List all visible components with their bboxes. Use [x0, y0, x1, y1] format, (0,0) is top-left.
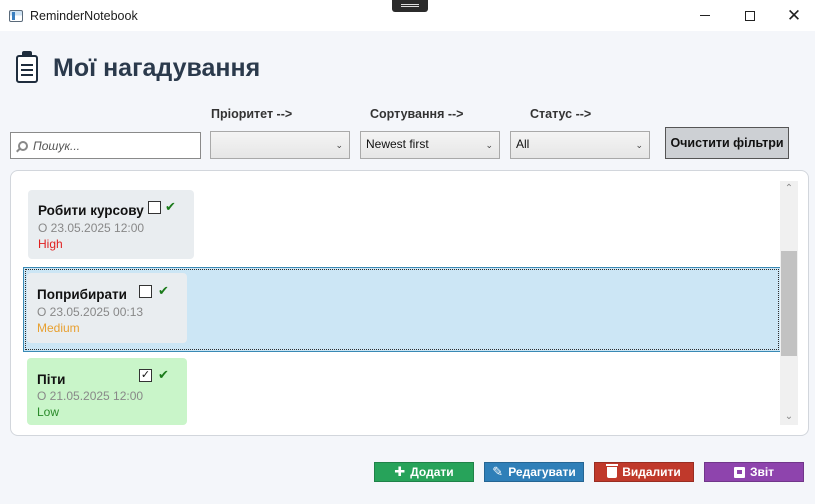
- sort-filter-label: Сортування -->: [370, 107, 464, 121]
- report-button[interactable]: Звіт: [704, 462, 804, 482]
- chevron-down-icon: ⌄: [335, 140, 343, 150]
- chevron-down-icon: ⌄: [485, 140, 493, 150]
- maximize-icon: [745, 10, 755, 21]
- close-icon: ✕: [786, 6, 802, 25]
- window-title: ReminderNotebook: [30, 8, 138, 23]
- chevron-down-icon: ⌄: [635, 140, 643, 150]
- done-checkbox[interactable]: [148, 201, 161, 214]
- reminder-date: О 23.05.2025 00:13: [37, 305, 144, 319]
- status-filter-label: Статус -->: [530, 107, 592, 121]
- check-icon: ✔: [158, 367, 169, 382]
- reminder-priority: High: [38, 237, 63, 251]
- list-item[interactable]: Піти ✓ ✔ О 21.05.2025 12:00 Low: [27, 358, 187, 425]
- maximize-button[interactable]: [727, 0, 773, 31]
- chevron-up-icon[interactable]: ⌃: [780, 181, 798, 197]
- search-placeholder: Пошук...: [33, 138, 80, 153]
- trash-icon: [606, 463, 619, 478]
- delete-button[interactable]: Видалити: [594, 462, 694, 482]
- check-icon: ✔: [158, 283, 169, 298]
- box-icon: [733, 466, 745, 478]
- list-item[interactable]: Поприбирати ✔ О 23.05.2025 00:13 Medium: [27, 273, 187, 343]
- vertical-scrollbar[interactable]: ⌃ ⌄: [780, 181, 798, 425]
- pencil-icon: ✎: [492, 464, 504, 479]
- reminder-date: О 21.05.2025 12:00: [37, 389, 144, 403]
- priority-filter-label: Пріоритет -->: [211, 107, 293, 121]
- close-button[interactable]: ✕: [771, 0, 815, 31]
- page-heading: Мої нагадування: [16, 50, 261, 83]
- scrollbar-thumb[interactable]: [781, 251, 797, 356]
- clipboard-icon: [16, 50, 38, 83]
- search-icon: [18, 140, 28, 151]
- delete-button-label: Видалити: [622, 465, 681, 479]
- minimize-button[interactable]: [682, 0, 728, 31]
- sort-select[interactable]: Newest first ⌄: [360, 131, 500, 159]
- add-button[interactable]: ✚ Додати: [374, 462, 474, 482]
- priority-select[interactable]: ⌄: [210, 131, 350, 159]
- clear-filters-button[interactable]: Очистити фільтри: [665, 127, 789, 159]
- done-checkbox[interactable]: ✓: [139, 369, 152, 382]
- page-title: Мої нагадування: [53, 54, 261, 82]
- list-item[interactable]: Робити курсову ✔ О 23.05.2025 12:00 High: [28, 190, 194, 259]
- reminder-priority: Low: [37, 405, 60, 419]
- plus-icon: ✚: [394, 464, 406, 479]
- edit-button-label: Редагувати: [508, 465, 576, 479]
- search-input[interactable]: Пошук...: [10, 132, 201, 159]
- reminder-list[interactable]: Робити курсову ✔ О 23.05.2025 12:00 High…: [10, 170, 809, 436]
- reminder-title: Поприбирати: [37, 287, 127, 302]
- status-select-value: All: [516, 137, 530, 151]
- edit-button[interactable]: ✎ Редагувати: [484, 462, 584, 482]
- reminder-title: Піти: [37, 372, 66, 387]
- reminder-priority: Medium: [37, 321, 80, 335]
- minimize-icon: [700, 15, 710, 16]
- report-button-label: Звіт: [749, 465, 775, 479]
- app-icon: [9, 9, 23, 22]
- add-button-label: Додати: [410, 465, 454, 479]
- check-icon: ✔: [165, 199, 176, 214]
- reminder-title: Робити курсову: [38, 203, 144, 218]
- reminder-date: О 23.05.2025 12:00: [38, 221, 145, 235]
- done-checkbox[interactable]: [139, 285, 152, 298]
- sort-select-value: Newest first: [366, 137, 429, 151]
- window-grip-handle[interactable]: [392, 0, 428, 12]
- chevron-down-icon[interactable]: ⌄: [780, 409, 798, 425]
- status-select[interactable]: All ⌄: [510, 131, 650, 159]
